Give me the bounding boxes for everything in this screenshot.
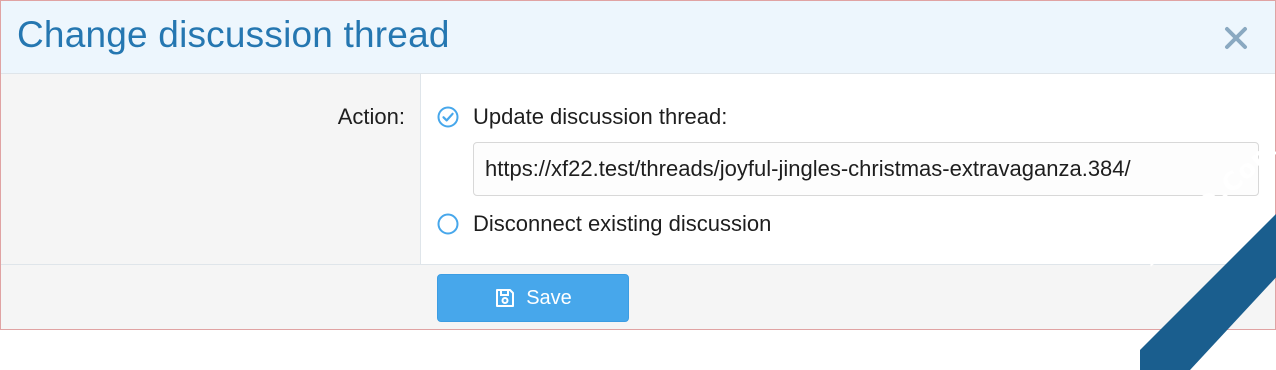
floppy-disk-icon: [496, 289, 515, 307]
dialog-footer: [1, 265, 1275, 329]
radio-disconnect-label: Disconnect existing discussion: [473, 211, 772, 236]
radio-unchecked-icon[interactable]: [437, 213, 459, 235]
save-button[interactable]: Save: [437, 274, 629, 322]
dialog-title: Change discussion thread: [17, 14, 450, 55]
radio-checked-icon[interactable]: [437, 106, 459, 128]
radio-disconnect-discussion[interactable]: Disconnect existing discussion: [437, 210, 771, 238]
action-label: Action:: [337, 104, 405, 129]
save-button-label: Save: [526, 286, 572, 309]
radio-update-thread-label: Update discussion thread:: [473, 104, 728, 129]
form-label-column: Action:: [1, 74, 421, 264]
dialog-header: Change discussion thread: [1, 1, 1275, 74]
close-icon[interactable]: [1219, 21, 1253, 55]
thread-url-input[interactable]: [473, 142, 1259, 196]
radio-update-thread[interactable]: Update discussion thread:: [437, 103, 727, 131]
